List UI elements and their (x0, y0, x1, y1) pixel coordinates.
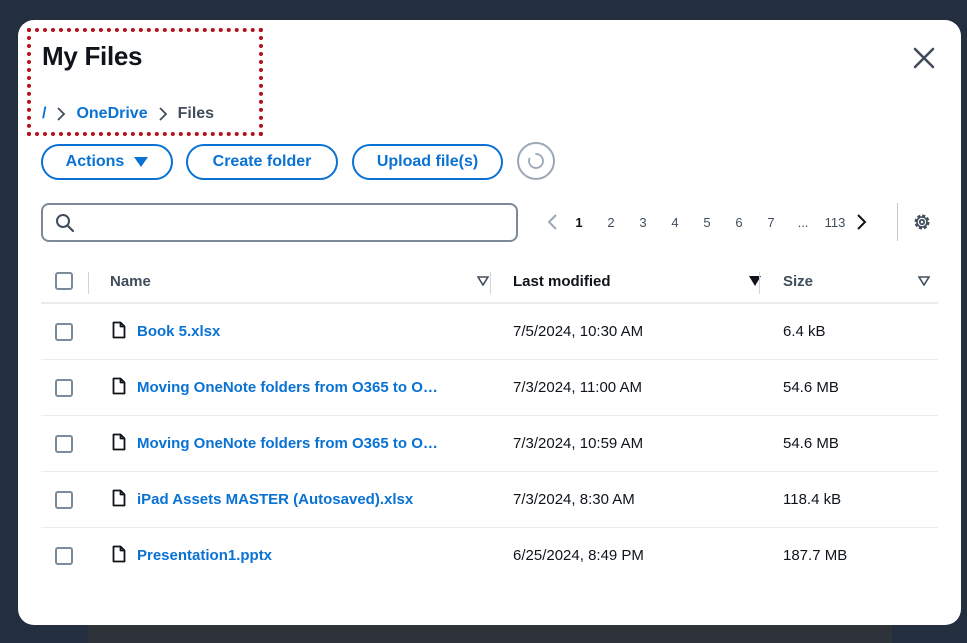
search-icon (56, 214, 75, 233)
file-name-link[interactable]: Presentation1.pptx (137, 547, 272, 564)
last-modified-cell: 6/25/2024, 8:49 PM (513, 547, 644, 564)
table-row: Presentation1.pptx 6/25/2024, 8:49 PM 18… (41, 528, 938, 584)
chevron-left-icon (547, 214, 557, 230)
column-header-size[interactable]: Size (783, 273, 813, 290)
size-cell: 118.4 kB (783, 491, 842, 508)
last-modified-cell: 7/3/2024, 8:30 AM (513, 491, 635, 508)
size-cell: 6.4 kB (783, 323, 826, 340)
last-modified-cell: 7/5/2024, 10:30 AM (513, 323, 644, 340)
search-input[interactable] (83, 209, 503, 236)
select-all-checkbox[interactable] (55, 272, 73, 290)
preferences-button[interactable] (911, 211, 933, 233)
page-3[interactable]: 3 (627, 215, 659, 230)
chevron-right-icon (56, 106, 66, 122)
file-icon (112, 545, 126, 563)
modal-title: My Files (42, 41, 143, 71)
toolbar-divider (897, 203, 898, 241)
page-5[interactable]: 5 (691, 215, 723, 230)
file-name-link[interactable]: iPad Assets MASTER (Autosaved).xlsx (137, 491, 413, 508)
size-cell: 187.7 MB (783, 547, 848, 564)
column-divider (490, 272, 491, 294)
page-7[interactable]: 7 (755, 215, 787, 230)
table-row: Book 5.xlsx 7/5/2024, 10:30 AM 6.4 kB (41, 304, 938, 360)
file-icon (112, 433, 126, 451)
sort-icon[interactable] (918, 276, 930, 286)
previous-page-button[interactable] (541, 208, 563, 236)
page-6[interactable]: 6 (723, 215, 755, 230)
row-checkbox[interactable] (55, 379, 73, 397)
next-page-button[interactable] (851, 208, 873, 236)
row-checkbox[interactable] (55, 435, 73, 453)
file-name-link[interactable]: Moving OneNote folders from O365 to O… (137, 435, 438, 452)
page-last[interactable]: 113 (819, 215, 851, 230)
file-name-link[interactable]: Book 5.xlsx (137, 323, 220, 340)
last-modified-cell: 7/3/2024, 11:00 AM (513, 379, 642, 396)
refresh-button[interactable] (517, 142, 555, 180)
last-modified-cell: 7/3/2024, 10:59 AM (513, 435, 644, 452)
column-header-last-modified[interactable]: Last modified (513, 273, 611, 290)
table-row: Moving OneNote folders from O365 to O… 7… (41, 416, 938, 472)
row-checkbox[interactable] (55, 323, 73, 341)
close-icon (913, 47, 935, 69)
actions-button[interactable]: Actions (41, 144, 173, 180)
column-divider (759, 272, 760, 294)
breadcrumb-root[interactable]: / (42, 105, 46, 123)
column-divider (88, 272, 89, 294)
backdrop (88, 622, 892, 643)
my-files-modal: My Files / OneDrive Files Actions Create… (18, 20, 961, 625)
caret-down-icon (134, 157, 149, 167)
create-folder-button[interactable]: Create folder (186, 144, 338, 180)
sort-icon[interactable] (477, 276, 489, 286)
file-icon (112, 321, 126, 339)
size-cell: 54.6 MB (783, 379, 839, 396)
table-row: Moving OneNote folders from O365 to O… 7… (41, 360, 938, 416)
row-checkbox[interactable] (55, 547, 73, 565)
breadcrumb: / OneDrive Files (42, 104, 214, 124)
chevron-right-icon (857, 214, 867, 230)
table-header: Name Last modified Size (41, 260, 938, 304)
chevron-right-icon (158, 106, 168, 122)
close-button[interactable] (910, 44, 938, 72)
table-row: iPad Assets MASTER (Autosaved).xlsx 7/3/… (41, 472, 938, 528)
search-field[interactable] (41, 203, 518, 242)
breadcrumb-files: Files (177, 105, 215, 122)
files-table: Name Last modified Size Book 5.xlsx 7/5/… (41, 260, 938, 584)
column-header-name[interactable]: Name (110, 273, 151, 290)
actions-label: Actions (65, 153, 125, 170)
page-1[interactable]: 1 (563, 215, 595, 230)
gear-icon (914, 214, 930, 230)
size-cell: 54.6 MB (783, 435, 839, 452)
breadcrumb-onedrive[interactable]: OneDrive (76, 105, 147, 123)
row-checkbox[interactable] (55, 491, 73, 509)
refresh-icon (528, 153, 544, 169)
upload-files-button[interactable]: Upload file(s) (352, 144, 503, 180)
pagination: 1 2 3 4 5 6 7 ... 113 (541, 208, 873, 236)
file-icon (112, 489, 126, 507)
page-2[interactable]: 2 (595, 215, 627, 230)
file-icon (112, 377, 126, 395)
page-4[interactable]: 4 (659, 215, 691, 230)
page-ellipsis: ... (797, 214, 809, 230)
file-name-link[interactable]: Moving OneNote folders from O365 to O… (137, 379, 438, 396)
